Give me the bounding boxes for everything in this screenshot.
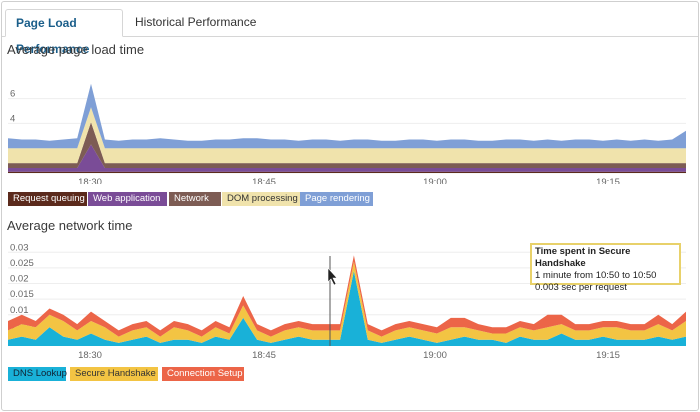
legend-network[interactable]: Network <box>169 192 221 206</box>
tab-historical-performance[interactable]: Historical Performance <box>125 9 266 35</box>
x-tick-label: 18:30 <box>78 350 102 361</box>
y-tick-label: 0.025 <box>10 258 34 269</box>
page-load-legend: Request queuing Web application Network … <box>8 192 408 206</box>
series-area-request-queuing <box>8 171 686 173</box>
y-tick-label: 0.02 <box>10 274 29 285</box>
tab-page-load-performance[interactable]: Page Load Performance <box>5 9 123 56</box>
y-tick-label: 0.03 <box>10 242 29 253</box>
legend-dns-lookup[interactable]: DNS Lookup <box>8 367 67 381</box>
page-load-chart-title: Average page load time <box>7 42 145 57</box>
page-load-chart: 024618:3018:4519:0019:15 <box>8 83 686 184</box>
mouse-pointer-icon <box>327 267 338 286</box>
tooltip-value: 0.003 sec per request <box>535 282 627 293</box>
y-tick-label: 6 <box>10 89 15 100</box>
legend-secure-handshake[interactable]: Secure Handshake <box>70 367 158 381</box>
x-tick-label: 18:30 <box>78 177 102 184</box>
legend-page-rendering[interactable]: Page rendering <box>300 192 373 206</box>
tooltip-time-range: 1 minute from 10:50 to 10:50 <box>535 270 657 281</box>
network-legend: DNS Lookup Secure Handshake Connection S… <box>8 367 308 381</box>
network-chart-title: Average network time <box>7 218 133 233</box>
y-tick-label: 0.01 <box>10 305 29 316</box>
x-tick-label: 19:15 <box>596 177 620 184</box>
y-tick-label: 4 <box>10 113 15 124</box>
chart-tooltip: Time spent in Secure Handshake 1 minute … <box>530 243 681 293</box>
x-tick-label: 18:45 <box>252 350 276 361</box>
x-tick-label: 18:45 <box>252 177 276 184</box>
tooltip-title: Time spent in Secure Handshake <box>535 246 631 269</box>
legend-connection-setup[interactable]: Connection Setup <box>162 367 244 381</box>
legend-web-application[interactable]: Web application <box>88 192 167 206</box>
series-area-page-rendering <box>8 83 686 149</box>
legend-request-queuing[interactable]: Request queuing <box>8 192 87 206</box>
series-area-dom-processing <box>8 107 686 164</box>
x-tick-label: 19:15 <box>596 350 620 361</box>
tab-bar: Page Load Performance Historical Perform… <box>2 6 698 56</box>
legend-dom-processing[interactable]: DOM processing <box>222 192 303 206</box>
y-tick-label: 0.015 <box>10 289 34 300</box>
x-tick-label: 19:00 <box>423 350 447 361</box>
x-tick-label: 19:00 <box>423 177 447 184</box>
